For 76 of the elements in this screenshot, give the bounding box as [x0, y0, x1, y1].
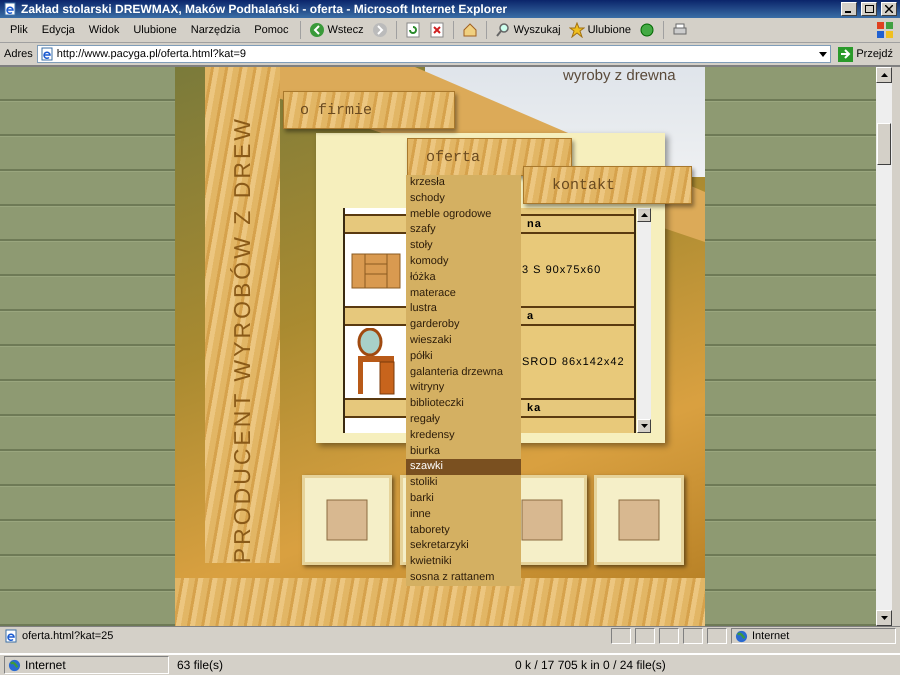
tagline: wyroby z drewna	[563, 67, 676, 84]
maximize-button[interactable]	[861, 2, 877, 16]
security-zone: Internet	[752, 630, 790, 642]
product-dimensions: 3 S 90x75x60	[522, 264, 602, 276]
refresh-icon	[404, 22, 421, 38]
minimize-button[interactable]	[841, 2, 857, 16]
panel-scrollbar[interactable]	[637, 208, 651, 433]
close-button[interactable]	[881, 2, 897, 16]
search-icon	[494, 22, 511, 38]
maximize-icon	[864, 5, 874, 13]
address-field[interactable]: http://www.pacyga.pl/oferta.html?kat=9	[36, 45, 832, 63]
dropdown-item[interactable]: witryny	[406, 380, 521, 396]
dropdown-item[interactable]: stoliki	[406, 475, 521, 491]
menu-item[interactable]: Ulubione	[127, 22, 183, 38]
product-dimensions: SROD 86x142x42	[522, 356, 626, 368]
favorites-button[interactable]: Ulubione	[566, 21, 634, 39]
up-arrow-icon	[880, 73, 888, 77]
status-text: oferta.html?kat=25	[22, 630, 114, 642]
menu-item[interactable]: Pomoc	[248, 22, 295, 38]
dropdown-item[interactable]: wieszaki	[406, 332, 521, 349]
close-icon	[885, 5, 893, 13]
page-icon	[3, 2, 17, 16]
scrollbar-thumb[interactable]	[877, 123, 891, 165]
star-icon	[568, 22, 585, 38]
dropdown-item[interactable]: biurka	[406, 444, 521, 460]
banner-text: PRODUCENT WYROBÓW Z DREW	[229, 116, 256, 563]
dropdown-item[interactable]: łóżka	[406, 270, 521, 286]
dropdown-item[interactable]: galanteria drzewna	[406, 364, 521, 380]
dropdown-item[interactable]: sosna z rattanem	[406, 570, 521, 586]
arrow-icon	[838, 46, 854, 62]
dropdown-item[interactable]: szawki	[406, 459, 521, 476]
furniture-thumbnail[interactable]	[302, 475, 392, 565]
down-arrow-icon	[640, 424, 648, 428]
page-scrollbar[interactable]	[876, 67, 892, 626]
dropdown-item[interactable]: kredensy	[406, 428, 521, 444]
house-icon	[462, 22, 478, 38]
globe-icon	[735, 630, 748, 642]
dropdown-item[interactable]: krzesła	[406, 175, 521, 191]
go-button[interactable]: Przejdź	[835, 46, 896, 62]
media-icon	[638, 22, 655, 38]
search-button[interactable]: Wyszukaj	[492, 21, 564, 39]
dropdown-item[interactable]: inne	[406, 506, 521, 523]
nav-plank[interactable]: oferta	[407, 138, 572, 176]
nav-plank[interactable]: o firmie	[283, 91, 455, 129]
dropdown-item[interactable]: komody	[406, 254, 521, 270]
dropdown-item[interactable]: biblioteczki	[406, 396, 521, 412]
dropdown-item[interactable]: sekretarzyki	[406, 538, 521, 554]
dropdown-item[interactable]: barki	[406, 490, 521, 507]
down-arrow-icon	[880, 616, 888, 620]
furniture-photo	[345, 208, 407, 214]
dropdown-item[interactable]: półki	[406, 348, 521, 365]
back-button[interactable]: Wstecz	[306, 21, 367, 39]
stop-icon	[428, 22, 445, 38]
file-count: 63 file(s)	[177, 658, 224, 672]
transfer-summary: 0 k / 17 705 k in 0 / 24 file(s)	[515, 658, 666, 672]
zone-label: Internet	[25, 658, 66, 672]
dropdown-item[interactable]: kwietniki	[406, 554, 521, 570]
furniture-thumbnail[interactable]	[594, 475, 684, 565]
menu-item[interactable]: Narzędzia	[184, 22, 246, 38]
menu-item[interactable]: Edycja	[36, 22, 81, 38]
page-icon	[4, 629, 18, 643]
dropdown-item[interactable]: stoły	[406, 238, 521, 254]
dropdown-arrow-icon	[818, 49, 828, 59]
dropdown-item[interactable]: schody	[406, 190, 521, 207]
up-arrow-icon	[640, 213, 648, 217]
address-label: Adres	[4, 48, 33, 60]
window-title: Zakład stolarski DREWMAX, Maków Podhalański - oferta - Microsoft Internet Explorer	[21, 2, 508, 16]
menu-item[interactable]: Plik	[4, 22, 34, 38]
dropdown-item[interactable]: taborety	[406, 522, 521, 538]
menu-item[interactable]: Widok	[82, 22, 126, 38]
page-icon	[40, 47, 54, 61]
windows-logo	[874, 20, 896, 40]
vanity-photo	[356, 328, 396, 396]
globe-icon	[8, 658, 21, 672]
dropdown-item[interactable]: materace	[406, 286, 521, 302]
nav-plank[interactable]: kontakt	[523, 166, 692, 204]
